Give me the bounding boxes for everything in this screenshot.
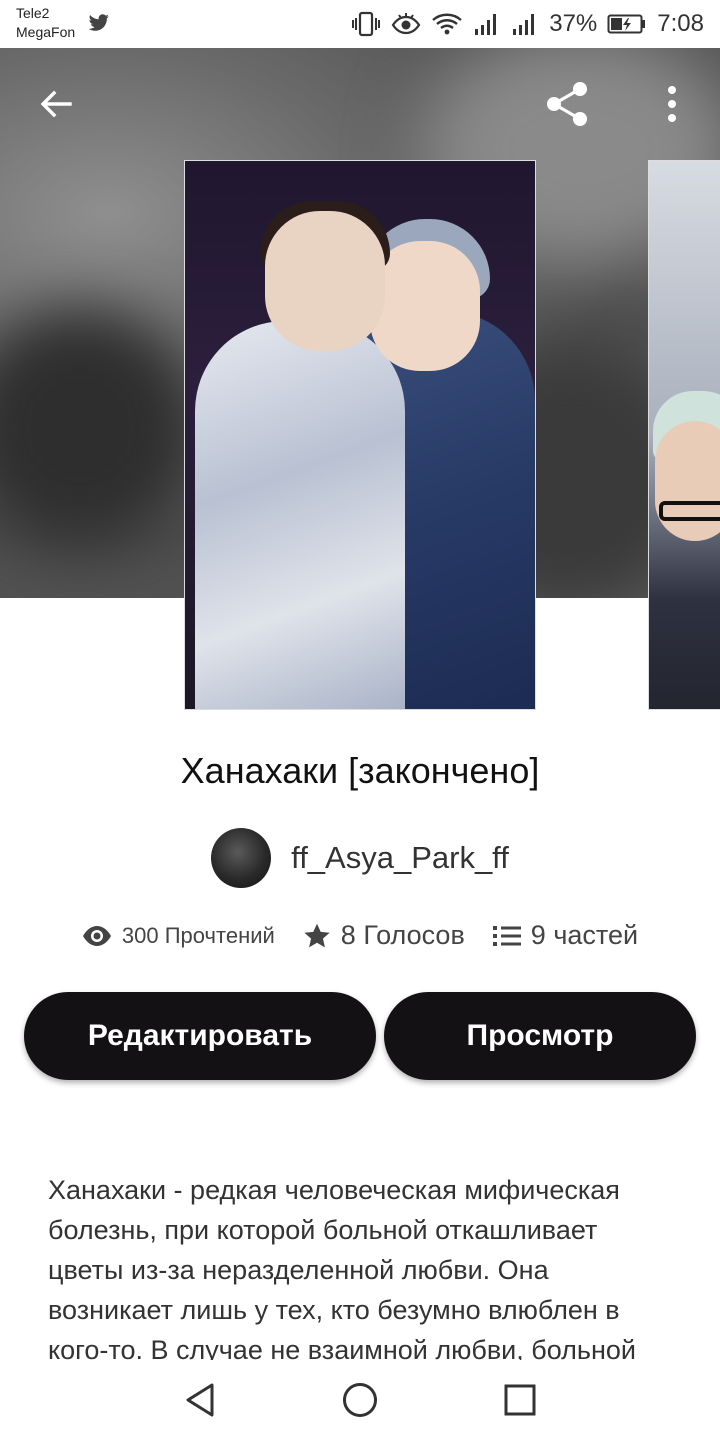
share-icon (547, 82, 587, 126)
author-row[interactable]: ff_Asya_Park_ff (0, 828, 720, 888)
eye-icon (82, 925, 111, 946)
author-avatar[interactable] (211, 828, 272, 888)
twitter-icon (88, 14, 109, 31)
votes-count: 8 Голосов (340, 920, 465, 950)
story-description: Ханахаки - редкая человеческая мифическа… (48, 1175, 636, 1365)
clock: 7:08 (657, 10, 704, 37)
more-vertical-icon (668, 86, 676, 122)
nav-recents-button[interactable] (490, 1374, 550, 1426)
status-icons: 37% 7:08 (351, 8, 704, 40)
wifi-icon (432, 13, 463, 35)
back-button[interactable] (30, 78, 82, 130)
story-stats: 300 Прочтений 8 Голосов 9 частей (0, 920, 720, 951)
edit-button[interactable]: Редактировать (24, 992, 376, 1080)
vibrate-icon (352, 11, 381, 37)
nav-back-button[interactable] (170, 1374, 230, 1426)
more-options-button[interactable] (646, 78, 698, 130)
story-title: Ханахаки [закончено] (180, 750, 540, 791)
share-button[interactable] (541, 78, 593, 130)
parts-count: 9 частей (530, 920, 639, 950)
battery-percentage: 37% (549, 10, 598, 37)
votes-stat: 8 Голосов (303, 920, 465, 951)
next-story-cover-image[interactable] (648, 160, 720, 710)
eye-comfort-icon (391, 13, 421, 35)
system-navigation-bar (0, 1360, 720, 1440)
back-triangle-icon (186, 1383, 214, 1417)
author-name[interactable]: ff_Asya_Park_ff (291, 840, 509, 876)
arrow-left-icon (40, 90, 72, 118)
nav-home-button[interactable] (330, 1374, 390, 1426)
story-cover-image[interactable] (184, 160, 536, 710)
reads-count: 300 Прочтений (121, 922, 275, 948)
list-icon (492, 925, 521, 946)
carrier-labels: Tele2 MegaFon (16, 4, 75, 42)
star-icon (304, 923, 330, 947)
status-bar: Tele2 MegaFon 37% 7:08 (0, 0, 720, 48)
recents-square-icon (504, 1384, 536, 1416)
parts-stat: 9 частей (492, 920, 639, 951)
battery-charging-icon (607, 14, 646, 34)
reads-stat: 300 Прочтений (82, 923, 275, 949)
view-button[interactable]: Просмотр (384, 992, 696, 1080)
signal-icon (513, 14, 535, 35)
home-circle-icon (343, 1383, 377, 1417)
carrier-2: MegaFon (16, 24, 76, 40)
carrier-1: Tele2 (16, 5, 50, 21)
signal-icon (475, 14, 497, 35)
